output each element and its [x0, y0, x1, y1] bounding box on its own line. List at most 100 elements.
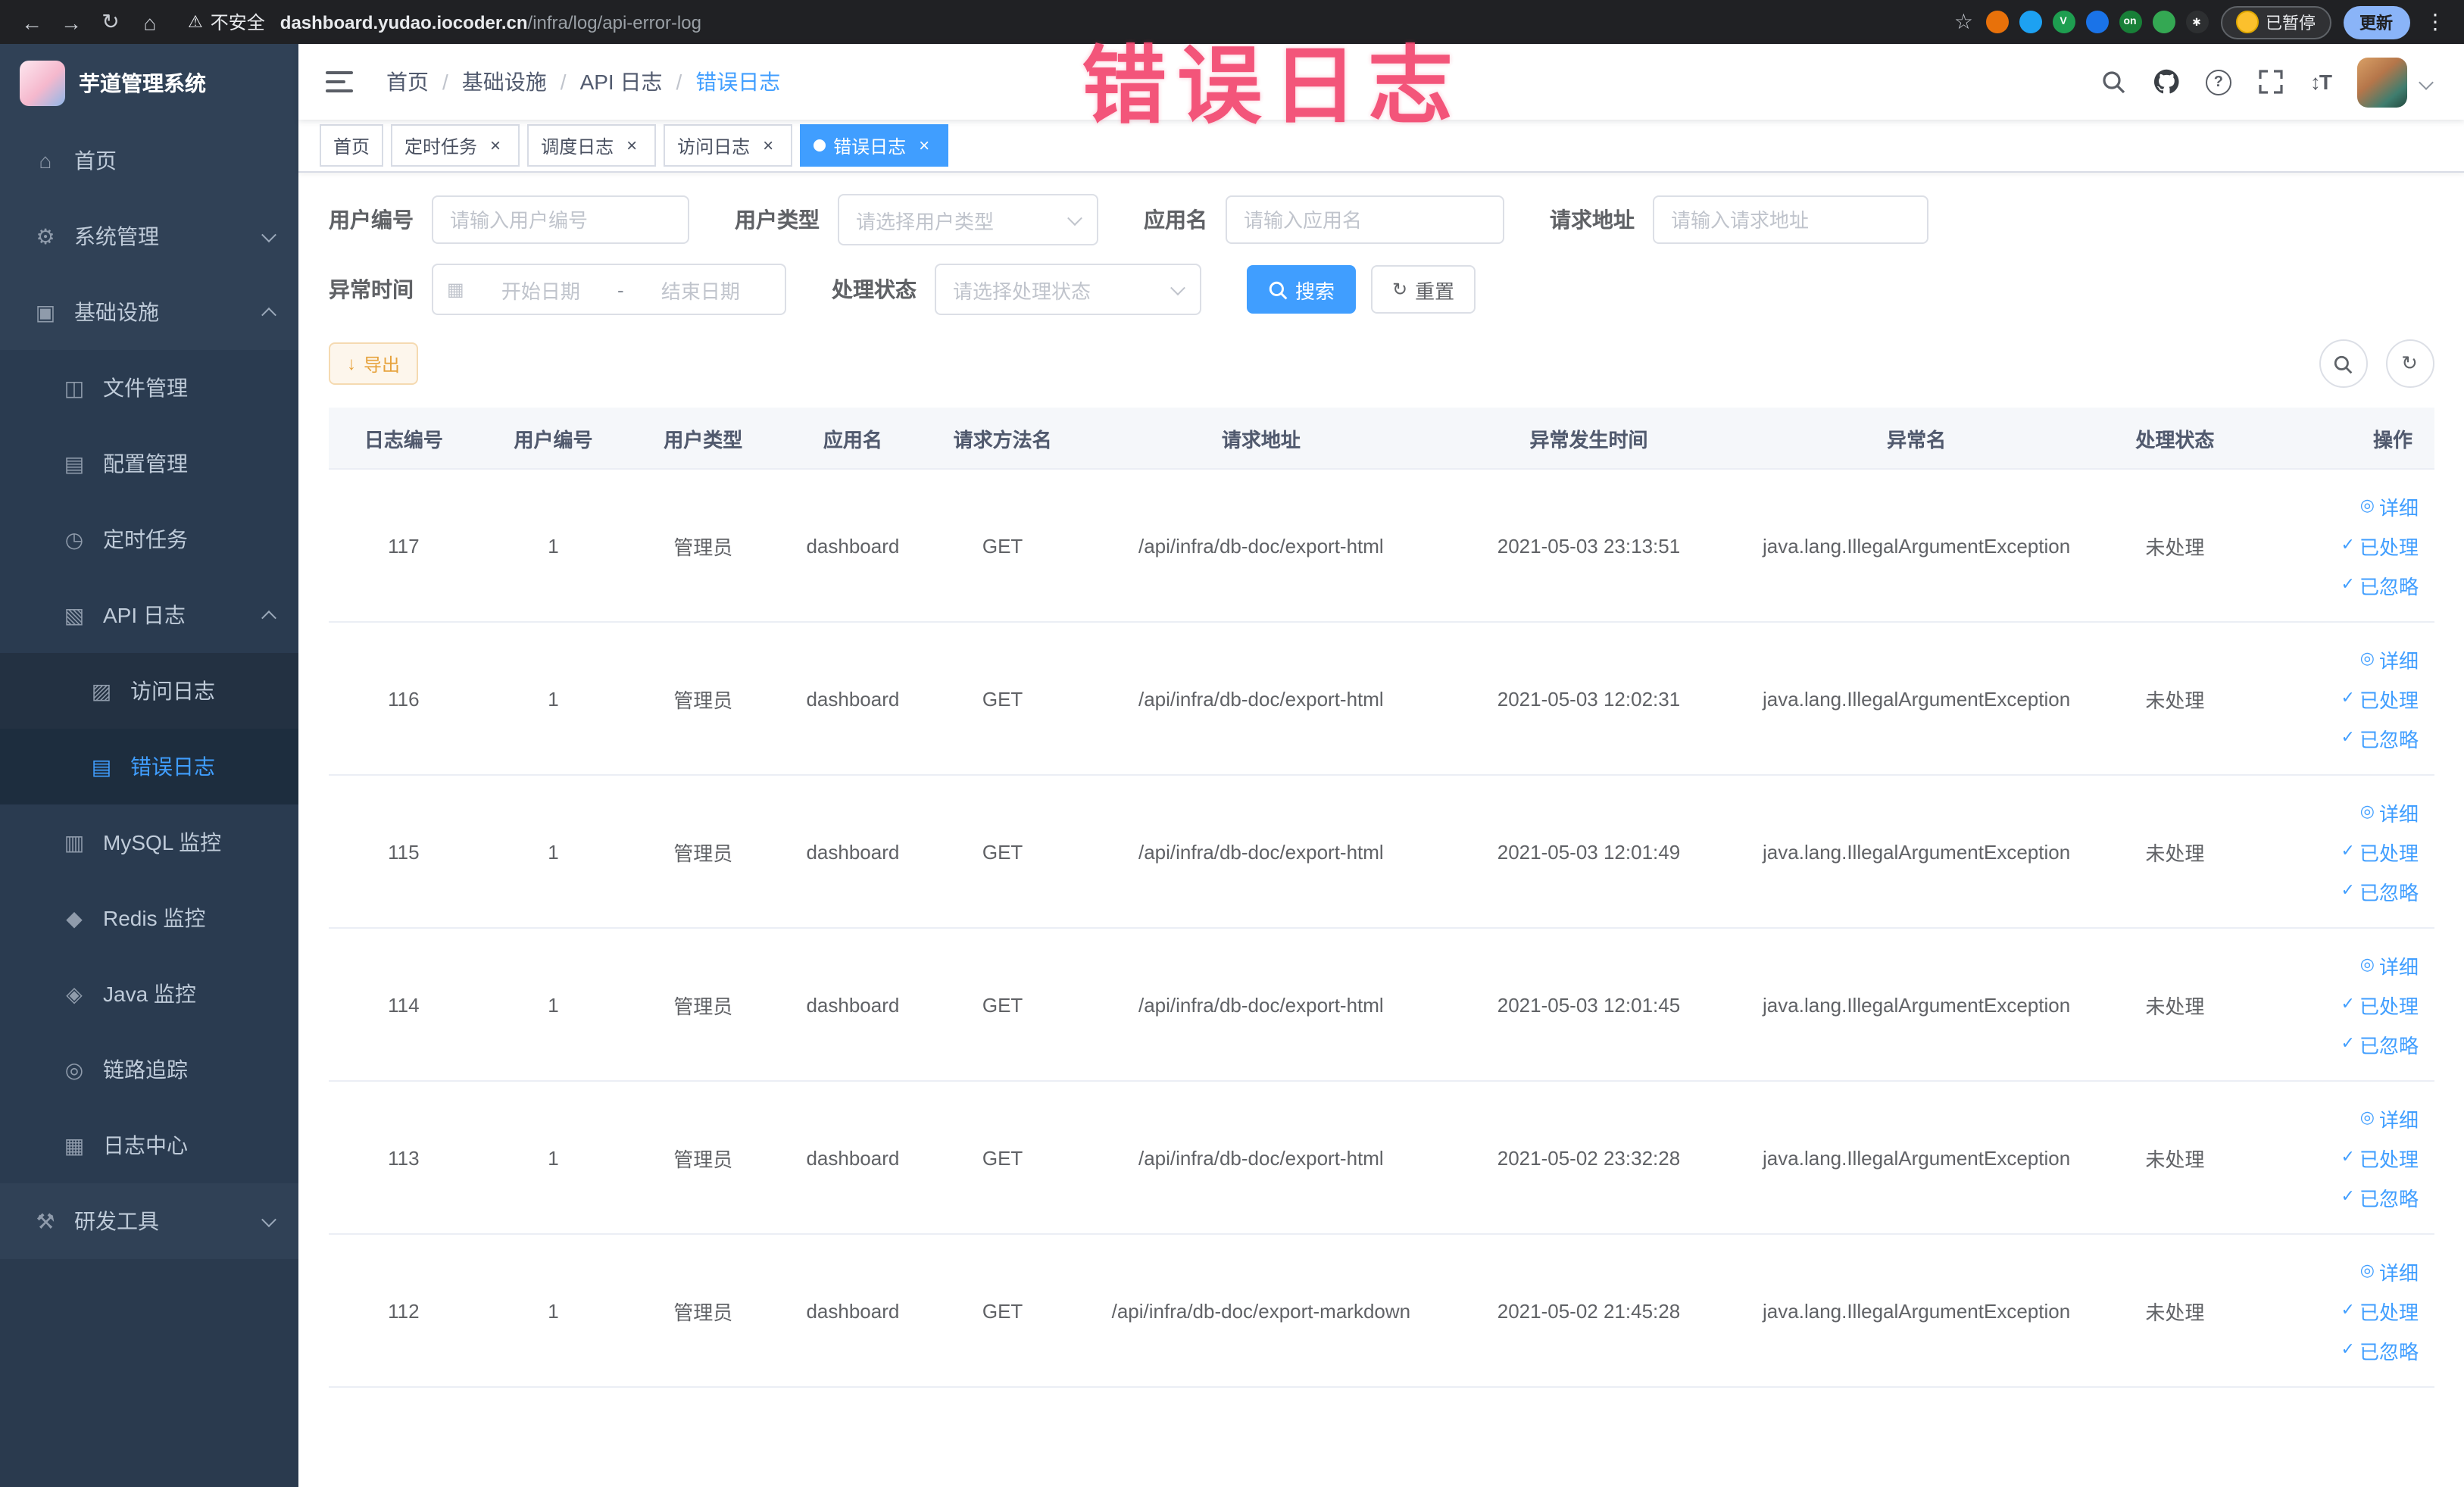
menu-collapse-icon[interactable] — [326, 71, 353, 92]
java-icon: ◈ — [66, 981, 83, 1005]
check-icon: ✓ — [2341, 575, 2355, 593]
action-processed[interactable]: ✓ 已处理 — [2341, 684, 2419, 713]
user-id-field[interactable] — [432, 195, 689, 244]
action-processed[interactable]: ✓ 已处理 — [2341, 837, 2419, 866]
browser-menu-icon[interactable]: ⋮ — [2422, 9, 2449, 35]
sidebar-item-timed-task[interactable]: ◷ 定时任务 — [0, 501, 298, 577]
sidebar-item-mysql-monitor[interactable]: ▥ MySQL 监控 — [0, 804, 298, 880]
paused-badge[interactable]: 已暂停 — [2220, 5, 2331, 39]
request-url-field[interactable] — [1653, 195, 1928, 244]
sidebar-logo[interactable]: 芋道管理系统 — [0, 44, 298, 123]
fullscreen-icon[interactable] — [2257, 68, 2284, 95]
action-ignored[interactable]: ✓ 已忽略 — [2341, 1335, 2419, 1364]
tab-home[interactable]: 首页 — [320, 124, 384, 167]
extension-on-icon[interactable]: on — [2119, 11, 2141, 33]
cell-app: dashboard — [778, 928, 928, 1082]
column-header: 操作 — [2250, 408, 2434, 470]
sidebar-item-file-management[interactable]: ◫ 文件管理 — [0, 350, 298, 426]
action-detail[interactable]: ◎ 详细 — [2360, 951, 2419, 979]
tab-access-log[interactable]: 访问日志 × — [664, 124, 793, 167]
sidebar-item-trace[interactable]: ◎ 链路追踪 — [0, 1032, 298, 1107]
action-detail[interactable]: ◎ 详细 — [2360, 1104, 2419, 1132]
app-name-field[interactable] — [1226, 195, 1504, 244]
tab-schedule-log[interactable]: 调度日志 × — [527, 124, 657, 167]
export-button[interactable]: ↓ 导出 — [329, 342, 419, 385]
font-size-icon[interactable]: ↕T — [2310, 70, 2332, 94]
sidebar-item-log-center[interactable]: ▦ 日志中心 — [0, 1107, 298, 1183]
refresh-button[interactable]: ↻ — [2385, 339, 2434, 388]
sidebar-item-home[interactable]: ⌂ 首页 — [0, 123, 298, 198]
column-header: 应用名 — [778, 408, 928, 470]
forward-button[interactable]: → — [55, 5, 88, 39]
action-detail[interactable]: ◎ 详细 — [2360, 492, 2419, 520]
sidebar-item-api-log[interactable]: ▧ API 日志 — [0, 577, 298, 653]
infrastructure-icon: ▣ — [35, 299, 56, 323]
user-type-select[interactable]: 请选择用户类型 — [838, 194, 1098, 245]
update-button[interactable]: 更新 — [2343, 5, 2409, 39]
search-icon[interactable] — [2100, 68, 2127, 95]
sidebar-item-access-log[interactable]: ▨ 访问日志 — [0, 653, 298, 729]
action-processed[interactable]: ✓ 已处理 — [2341, 1143, 2419, 1172]
breadcrumb-item[interactable]: 基础设施 — [462, 67, 547, 97]
close-icon[interactable]: × — [913, 135, 935, 156]
action-processed[interactable]: ✓ 已处理 — [2341, 990, 2419, 1019]
action-processed[interactable]: ✓ 已处理 — [2341, 531, 2419, 560]
extension-plugin-icon[interactable]: ✱ — [2185, 11, 2208, 33]
breadcrumb-item[interactable]: 首页 — [386, 67, 429, 97]
close-icon[interactable]: × — [621, 135, 642, 156]
close-icon[interactable]: × — [757, 135, 779, 156]
process-status-select[interactable]: 请选择处理状态 — [935, 264, 1201, 315]
sidebar-item-label: MySQL 监控 — [103, 830, 222, 854]
action-ignored[interactable]: ✓ 已忽略 — [2341, 570, 2419, 599]
cell-url: /api/infra/db-doc/export-html — [1077, 928, 1445, 1082]
action-label: 已处理 — [2359, 1301, 2419, 1323]
action-detail[interactable]: ◎ 详细 — [2360, 645, 2419, 673]
action-ignored[interactable]: ✓ 已忽略 — [2341, 723, 2419, 752]
eye-icon: ◎ — [2359, 496, 2375, 514]
hide-search-button[interactable] — [2319, 339, 2367, 388]
search-button[interactable]: 搜索 — [1247, 265, 1357, 314]
sidebar-item-error-log[interactable]: ▤ 错误日志 — [0, 729, 298, 804]
user-type-label: 用户类型 — [735, 208, 820, 232]
app-title: 芋道管理系统 — [79, 71, 206, 95]
bookmark-star-icon[interactable]: ☆ — [1954, 9, 1973, 35]
sidebar-item-config-management[interactable]: ▤ 配置管理 — [0, 426, 298, 501]
extension-grid-icon[interactable] — [2085, 11, 2108, 33]
sidebar-item-redis-monitor[interactable]: ◆ Redis 监控 — [0, 880, 298, 956]
action-processed[interactable]: ✓ 已处理 — [2341, 1296, 2419, 1325]
action-detail[interactable]: ◎ 详细 — [2360, 1257, 2419, 1286]
home-button[interactable]: ⌂ — [133, 5, 167, 39]
avatar[interactable] — [2356, 57, 2406, 107]
tab-error-log[interactable]: 错误日志 × — [800, 124, 949, 167]
cell-method: GET — [927, 1081, 1078, 1235]
address-bar[interactable]: dashboard.yudao.iocoder.cn/infra/log/api… — [280, 11, 701, 33]
tools-icon: ⚒ — [36, 1208, 55, 1232]
sidebar-item-infrastructure[interactable]: ▣ 基础设施 — [0, 274, 298, 350]
filter-row-2: 异常时间 ▦ 开始日期 - 结束日期 处理状态 请选择处理状态 搜索 ↻ 重置 — [329, 264, 2434, 315]
action-ignored[interactable]: ✓ 已忽略 — [2341, 1029, 2419, 1058]
github-icon[interactable] — [2153, 68, 2180, 95]
help-icon[interactable]: ? — [2205, 69, 2231, 95]
back-button[interactable]: ← — [15, 5, 48, 39]
sidebar-item-java-monitor[interactable]: ◈ Java 监控 — [0, 956, 298, 1032]
close-icon[interactable]: × — [485, 135, 506, 156]
chevron-down-icon[interactable] — [2418, 74, 2433, 89]
action-ignored[interactable]: ✓ 已忽略 — [2341, 1182, 2419, 1211]
breadcrumb-item[interactable]: API 日志 — [580, 67, 663, 97]
security-badge[interactable]: ⚠ 不安全 — [188, 9, 265, 35]
action-ignored[interactable]: ✓ 已忽略 — [2341, 876, 2419, 905]
sidebar-item-label: API 日志 — [103, 603, 186, 627]
column-header: 请求方法名 — [927, 408, 1078, 470]
action-detail[interactable]: ◎ 详细 — [2360, 798, 2419, 826]
sidebar-item-system-management[interactable]: ⚙ 系统管理 — [0, 198, 298, 274]
extension-orange-icon[interactable] — [1985, 11, 2008, 33]
reload-button[interactable]: ↻ — [94, 5, 127, 39]
reset-button[interactable]: ↻ 重置 — [1371, 265, 1476, 314]
exception-time-range[interactable]: ▦ 开始日期 - 结束日期 — [432, 264, 786, 315]
extension-drop-icon[interactable] — [2019, 11, 2041, 33]
extension-leaf-icon[interactable] — [2152, 11, 2175, 33]
sidebar-item-label: Java 监控 — [103, 982, 196, 1006]
extension-green-v-icon[interactable]: V — [2052, 11, 2075, 33]
tab-timed-task[interactable]: 定时任务 × — [391, 124, 520, 167]
sidebar-item-dev-tools[interactable]: ⚒ 研发工具 — [0, 1183, 298, 1259]
